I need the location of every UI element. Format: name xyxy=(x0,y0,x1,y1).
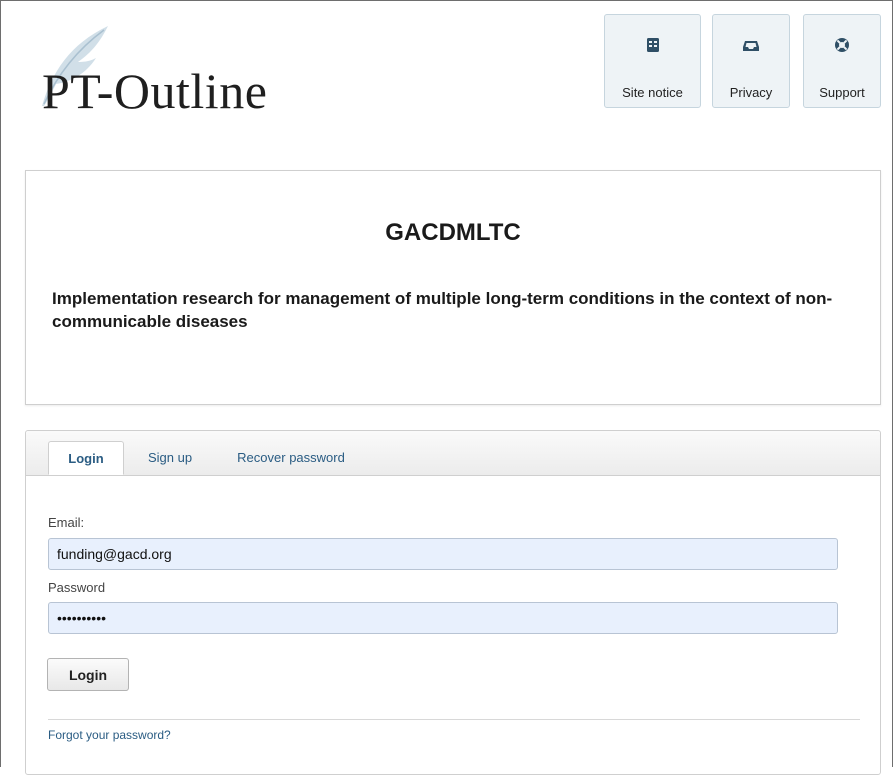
pt-outline-logo: PT-Outline xyxy=(30,22,370,119)
support-button[interactable]: Support xyxy=(803,14,881,108)
site-notice-button[interactable]: Site notice xyxy=(604,14,701,108)
site-notice-label: Site notice xyxy=(622,85,683,100)
project-title: GACDMLTC xyxy=(385,219,521,246)
tab-sign-up[interactable]: Sign up xyxy=(138,441,202,475)
logo-text: PT-Outline xyxy=(42,63,268,119)
divider xyxy=(48,719,860,720)
privacy-label: Privacy xyxy=(729,85,773,100)
email-label: Email: xyxy=(48,515,85,530)
tab-login[interactable]: Login xyxy=(48,441,124,475)
site-notice-icon xyxy=(646,38,659,52)
login-panel: Login Sign up Recover password Email: Pa… xyxy=(25,430,881,775)
email-field[interactable] xyxy=(48,538,838,570)
tab-recover-password[interactable]: Recover password xyxy=(226,441,356,475)
privacy-button[interactable]: Privacy xyxy=(712,14,790,108)
inbox-icon xyxy=(743,41,759,51)
password-label: Password xyxy=(48,580,106,595)
password-field[interactable] xyxy=(48,602,838,634)
login-button[interactable]: Login xyxy=(47,658,129,691)
support-label: Support xyxy=(819,85,865,100)
project-description: Implementation research for management o… xyxy=(52,289,833,331)
tab-bar: Login Sign up Recover password xyxy=(26,431,880,476)
forgot-password-link[interactable]: Forgot your password? xyxy=(48,728,171,742)
lifebuoy-icon xyxy=(835,38,849,52)
project-info-card: GACDMLTC Implementation research for man… xyxy=(25,170,881,405)
